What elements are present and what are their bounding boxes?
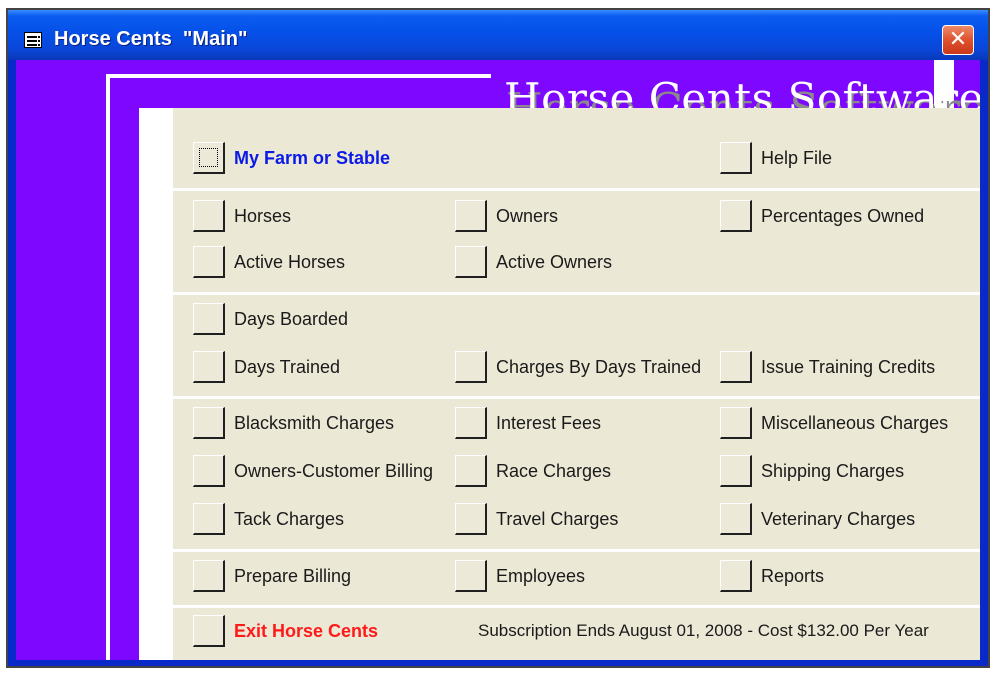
row-blacksmith: Blacksmith Charges Interest Fees Miscell… [173, 407, 980, 447]
tack-charges-label: Tack Charges [234, 509, 345, 529]
charges-by-days-trained-button[interactable] [455, 351, 487, 383]
exit-label[interactable]: Exit Horse Cents [234, 620, 378, 642]
shipping-charges-label: Shipping Charges [761, 461, 905, 481]
section-divider [173, 396, 980, 399]
reports-label: Reports [761, 566, 825, 586]
employees-label: Employees [496, 566, 586, 586]
close-button[interactable]: ✕ [942, 25, 974, 55]
exit-button[interactable] [193, 615, 225, 647]
travel-charges-button[interactable] [455, 503, 487, 535]
subscription-info: Subscription Ends August 01, 2008 - Cost… [478, 621, 929, 640]
decor-white-block [139, 108, 173, 660]
decor-horizontal-line [106, 74, 491, 78]
row-horses: Horses Owners Percentages Owned [173, 200, 980, 240]
title-bar[interactable]: Horse Cents "Main" ✕ [8, 10, 988, 60]
active-owners-label: Active Owners [496, 252, 613, 272]
race-charges-button[interactable] [455, 455, 487, 487]
percentages-owned-button[interactable] [720, 200, 752, 232]
travel-charges-label: Travel Charges [496, 509, 619, 529]
days-trained-button[interactable] [193, 351, 225, 383]
decor-vertical-line [106, 74, 110, 660]
days-boarded-button[interactable] [193, 303, 225, 335]
days-trained-label: Days Trained [234, 357, 341, 377]
owners-label: Owners [496, 206, 559, 226]
prepare-billing-label: Prepare Billing [234, 566, 352, 586]
veterinary-charges-button[interactable] [720, 503, 752, 535]
reports-button[interactable] [720, 560, 752, 592]
employees-button[interactable] [455, 560, 487, 592]
row-farm: My Farm or Stable Help File [173, 142, 980, 182]
tack-charges-button[interactable] [193, 503, 225, 535]
section-divider [173, 549, 980, 552]
percentages-owned-label: Percentages Owned [761, 206, 925, 226]
row-billing: Owners-Customer Billing Race Charges Shi… [173, 455, 980, 495]
active-horses-label: Active Horses [234, 252, 346, 272]
row-boarded: Days Boarded [173, 303, 980, 343]
section-divider [173, 188, 980, 191]
section-divider [173, 292, 980, 295]
form-client-area: Horse Cents Software My Farm or Stable H… [16, 60, 980, 660]
prepare-billing-button[interactable] [193, 560, 225, 592]
owners-button[interactable] [455, 200, 487, 232]
window-title: Horse Cents "Main" [54, 28, 248, 50]
shipping-charges-button[interactable] [720, 455, 752, 487]
help-file-label: Help File [761, 148, 833, 168]
my-farm-label[interactable]: My Farm or Stable [234, 147, 390, 169]
race-charges-label: Race Charges [496, 461, 612, 481]
miscellaneous-charges-label: Miscellaneous Charges [761, 413, 949, 433]
section-divider [173, 605, 980, 608]
close-icon: ✕ [948, 27, 968, 52]
horses-label: Horses [234, 206, 292, 226]
issue-training-credits-label: Issue Training Credits [761, 357, 936, 377]
active-owners-button[interactable] [455, 246, 487, 278]
row-tack: Tack Charges Travel Charges Veterinary C… [173, 503, 980, 543]
horses-button[interactable] [193, 200, 225, 232]
row-exit: Exit Horse Cents Subscription Ends Augus… [173, 615, 980, 655]
veterinary-charges-label: Veterinary Charges [761, 509, 916, 529]
miscellaneous-charges-button[interactable] [720, 407, 752, 439]
row-active: Active Horses Active Owners [173, 246, 980, 286]
row-trained: Days Trained Charges By Days Trained Iss… [173, 351, 980, 391]
menu-panel: My Farm or Stable Help File Horses Owner… [173, 108, 980, 660]
issue-training-credits-button[interactable] [720, 351, 752, 383]
owners-customer-billing-button[interactable] [193, 455, 225, 487]
days-boarded-label: Days Boarded [234, 309, 349, 329]
interest-fees-label: Interest Fees [496, 413, 602, 433]
blacksmith-charges-label: Blacksmith Charges [234, 413, 395, 433]
form-icon [24, 32, 42, 48]
blacksmith-charges-button[interactable] [193, 407, 225, 439]
help-file-button[interactable] [720, 142, 752, 174]
active-horses-button[interactable] [193, 246, 225, 278]
row-prepare: Prepare Billing Employees Reports [173, 560, 980, 600]
owners-customer-billing-label: Owners-Customer Billing [234, 461, 434, 481]
my-farm-button[interactable] [193, 142, 225, 174]
main-window: Horse Cents "Main" ✕ Horse Cents Softwar… [6, 8, 990, 668]
charges-by-days-trained-label: Charges By Days Trained [496, 357, 702, 377]
interest-fees-button[interactable] [455, 407, 487, 439]
